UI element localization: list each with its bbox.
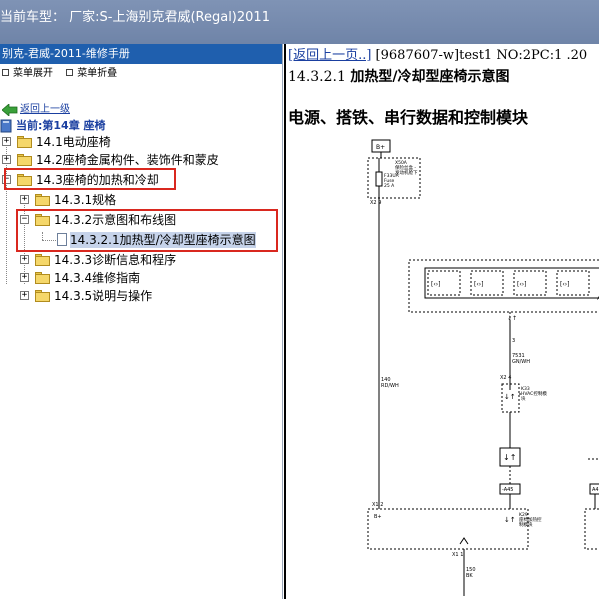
folder-icon <box>35 254 50 266</box>
serial-arrows: ↓↑ <box>504 516 516 524</box>
serial-arrows: ↓↑ <box>507 315 517 322</box>
fuse-name: 25 A <box>384 183 395 189</box>
bplus-label: B+ <box>376 144 385 151</box>
module-label: 座椅加热控 <box>519 516 542 523</box>
connector-label: A4 <box>592 487 599 493</box>
section-number: 14.3.2.1 <box>288 69 346 85</box>
content-breadcrumb: [返回上一页..] [9687607-w]test1 NO:2PC:1 .20 <box>288 44 587 63</box>
wire-label: GN/WH <box>512 359 530 365</box>
expand-toggle[interactable]: + <box>20 195 29 204</box>
tree-item-14-3-1[interactable]: + 14.3.1规格 <box>0 192 283 208</box>
tree-item-label: 14.3.5说明与操作 <box>54 289 153 303</box>
expand-toggle[interactable]: + <box>20 291 29 300</box>
back-page-link[interactable]: [返回上一页..] <box>288 48 371 63</box>
collapse-menu-button[interactable]: 菜单折叠 <box>66 64 117 84</box>
pin-label: 3 <box>512 338 515 344</box>
book-icon <box>0 119 12 133</box>
expand-toggle[interactable]: + <box>2 155 11 164</box>
tree-item-14-3-3[interactable]: + 14.3.3诊断信息和程序 <box>0 252 283 268</box>
connector-label: X1 1 <box>452 552 463 558</box>
tree-item-14-3-4[interactable]: + 14.3.4维修指南 <box>0 270 283 286</box>
tree-item-label: 14.3.4维修指南 <box>54 271 141 285</box>
bplus-label: B+ <box>374 514 382 520</box>
tree-item-14-3-5[interactable]: + 14.3.5说明与操作 <box>0 288 283 304</box>
document-meta: [9687607-w]test1 NO:2PC:1 .20 <box>371 48 588 63</box>
folder-icon <box>35 290 50 302</box>
content-pane: [返回上一页..] [9687607-w]test1 NO:2PC:1 .20 … <box>284 44 599 599</box>
title-bar: 当前车型： 厂家:S-上海别克君威(Regal)2011 <box>0 0 599 44</box>
menu-actions: 菜单展开 菜单折叠 <box>0 64 282 84</box>
expand-toggle[interactable]: + <box>20 273 29 282</box>
serial-arrows: ↓↑ <box>503 453 516 462</box>
connector-label: -A45 <box>502 487 513 493</box>
section-title: 加热型/冷却型座椅示意图 <box>350 69 510 85</box>
back-up-label: 返回上一级 <box>20 104 70 115</box>
back-arrow-icon <box>2 104 18 116</box>
module-label: 块 <box>521 395 526 402</box>
switch-symbol: [‹›] <box>474 281 483 288</box>
module-label: HVAC控制模 <box>521 390 547 397</box>
wire-label: BK <box>466 573 473 579</box>
expand-menu-label: 菜单展开 <box>13 68 53 79</box>
switch-symbol: [‹›] <box>517 281 526 288</box>
manual-header: 别克-君威-2011-维修手册 <box>0 44 282 64</box>
connector-label: X2 4 <box>500 375 511 381</box>
expand-menu-button[interactable]: 菜单展开 <box>2 64 53 84</box>
tree-item-label: 14.1电动座椅 <box>36 135 111 149</box>
folder-icon <box>35 272 50 284</box>
tree-item-label: 14.3.3诊断信息和程序 <box>54 253 177 267</box>
collapse-icon <box>66 68 74 76</box>
page-title: 14.3.2.1 加热型/冷却型座椅示意图 <box>288 66 509 86</box>
connector-label: X2 9 <box>370 200 381 206</box>
switch-symbol: [‹›] <box>431 281 440 288</box>
serial-arrows: ↓↑ <box>504 393 516 401</box>
current-chapter-label: 当前:第14章 座椅 <box>16 119 106 132</box>
navigation-pane: 别克-君威-2011-维修手册 菜单展开 菜单折叠 返回上一级 当前:第14章 … <box>0 44 283 599</box>
expand-icon <box>2 68 9 76</box>
vehicle-title: 当前车型： 厂家:S-上海别克君威(Regal)2011 <box>0 10 270 25</box>
wire-label: RD/WH <box>381 383 399 389</box>
expand-toggle[interactable]: + <box>20 255 29 264</box>
folder-icon <box>17 154 32 166</box>
highlight-box <box>4 168 176 190</box>
fuse-box-label: 保险丝盒 - <box>395 164 416 171</box>
tree-item-label: 14.3.1规格 <box>54 193 117 207</box>
collapse-menu-label: 菜单折叠 <box>77 68 118 79</box>
module-label: 制模块 <box>519 521 533 528</box>
tree-item-14-2[interactable]: + 14.2座椅金属构件、装饰件和蒙皮 <box>0 152 283 168</box>
connector-label: X1 2 <box>372 502 383 508</box>
switch-symbol: [‹›] <box>560 281 569 288</box>
folder-icon <box>17 136 32 148</box>
tree-item-14-1[interactable]: + 14.1电动座椅 <box>0 134 283 150</box>
wiring-diagram: B+ X50A 保险丝盒 - 发动机舱下 F33UA Fuse 25 A X2 … <box>367 139 599 596</box>
highlight-box <box>16 209 278 252</box>
expand-toggle[interactable]: + <box>2 137 11 146</box>
folder-icon <box>35 194 50 206</box>
diagram-subheading: 电源、搭铁、串行数据和控制模块 <box>288 108 529 127</box>
tree-item-label: 14.2座椅金属构件、装饰件和蒙皮 <box>36 153 219 167</box>
